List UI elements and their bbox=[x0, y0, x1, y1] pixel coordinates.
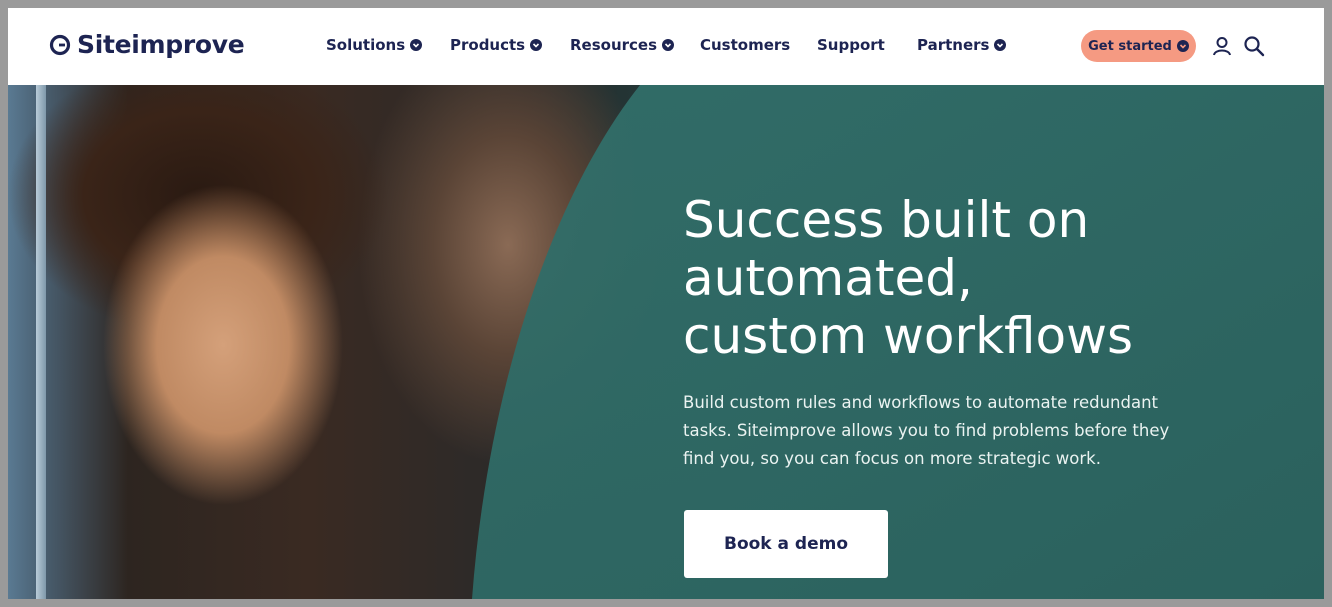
siteimprove-logo-icon bbox=[49, 34, 71, 55]
hero-description: Build custom rules and workflows to auto… bbox=[683, 393, 1170, 468]
hero-title: Success built on automated, custom workf… bbox=[683, 191, 1134, 365]
get-started-button[interactable]: Get started bbox=[1081, 30, 1196, 62]
nav-item-partners[interactable]: Partners bbox=[917, 36, 1007, 54]
nav-item-customers[interactable]: Customers bbox=[700, 36, 790, 54]
nav-item-solutions[interactable]: Solutions bbox=[326, 36, 423, 54]
chevron-down-icon bbox=[530, 39, 543, 51]
search-icon[interactable] bbox=[1243, 35, 1265, 57]
chevron-down-icon bbox=[410, 39, 423, 51]
nav-item-support[interactable]: Support bbox=[817, 36, 885, 54]
chevron-down-icon bbox=[994, 39, 1007, 51]
nav-item-resources[interactable]: Resources bbox=[570, 36, 675, 54]
chevron-down-icon bbox=[662, 39, 675, 51]
book-demo-button[interactable]: Book a demo bbox=[684, 510, 888, 578]
logo[interactable]: Siteimprove bbox=[49, 30, 245, 59]
hero-section: Success built on automated, custom workf… bbox=[8, 85, 1324, 599]
nav-item-products[interactable]: Products bbox=[450, 36, 543, 54]
site-header: Siteimprove Solutions Products Resources… bbox=[8, 8, 1324, 85]
user-icon[interactable] bbox=[1211, 35, 1233, 57]
chevron-down-icon bbox=[1176, 40, 1189, 52]
browser-viewport: Siteimprove Solutions Products Resources… bbox=[8, 8, 1324, 599]
logo-text: Siteimprove bbox=[77, 30, 245, 59]
